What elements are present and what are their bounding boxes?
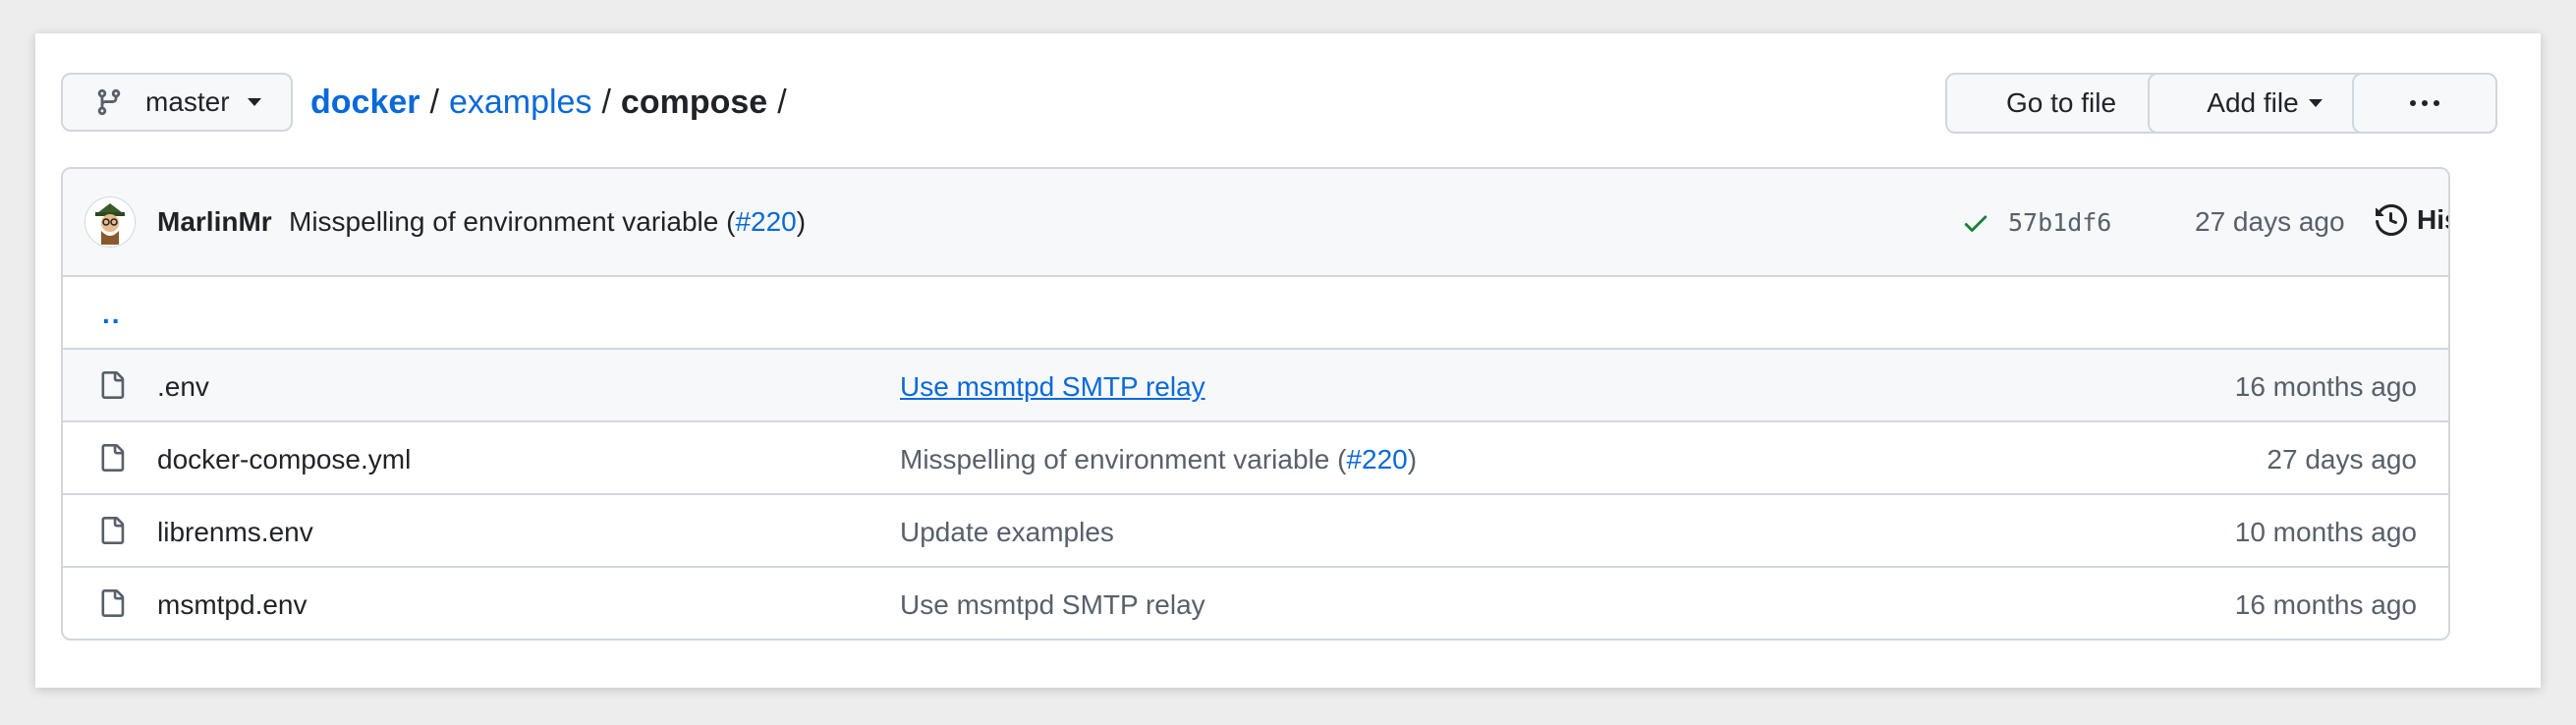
commit-author-link[interactable]: MarlinMr xyxy=(157,206,272,238)
breadcrumb-dir-link[interactable]: examples xyxy=(449,84,592,122)
file-icon xyxy=(101,444,125,472)
commit-message-text: Misspelling of environment variable ( xyxy=(289,206,736,237)
table-row[interactable]: librenms.env Update examples 10 months a… xyxy=(63,495,2448,568)
history-label: History xyxy=(2417,204,2448,235)
avatar[interactable] xyxy=(84,196,136,248)
table-row[interactable]: docker-compose.yml Misspelling of enviro… xyxy=(63,422,2448,495)
parent-directory-row[interactable]: .. xyxy=(63,277,2448,350)
file-age: 16 months ago xyxy=(2234,371,2417,402)
breadcrumb-current: compose xyxy=(620,83,768,121)
table-row[interactable]: .env Use msmtpd SMTP relay 16 months ago xyxy=(63,350,2448,422)
file-commit-pr-link[interactable]: #220 xyxy=(1346,444,1407,474)
commit-age: 27 days ago xyxy=(2195,206,2345,237)
commit-pr-link[interactable]: #220 xyxy=(735,206,796,237)
file-icon xyxy=(101,517,125,544)
caret-down-icon xyxy=(2308,99,2323,107)
branch-name: master xyxy=(145,86,230,117)
file-commit-link[interactable]: Misspelling of environment variable (#22… xyxy=(900,444,1417,475)
file-commit-link[interactable]: Update examples xyxy=(900,517,1114,548)
check-icon[interactable] xyxy=(1961,208,1990,238)
file-commit-text-end: ) xyxy=(1407,444,1418,474)
file-icon xyxy=(101,371,125,399)
file-commit-link[interactable]: Use msmtpd SMTP relay xyxy=(900,589,1205,621)
file-commit-link[interactable]: Use msmtpd SMTP relay xyxy=(900,371,1205,403)
file-list: MarlinMr Misspelling of environment vari… xyxy=(61,167,2450,641)
file-icon xyxy=(101,589,125,617)
table-row[interactable]: msmtpd.env Use msmtpd SMTP relay 16 mont… xyxy=(63,568,2448,639)
more-options-button[interactable] xyxy=(2352,73,2497,134)
file-name-link[interactable]: msmtpd.env xyxy=(157,589,308,621)
git-branch-icon xyxy=(97,88,121,116)
history-icon xyxy=(2376,204,2407,236)
latest-commit-bar: MarlinMr Misspelling of environment vari… xyxy=(63,169,2448,277)
file-name-link[interactable]: .env xyxy=(157,371,209,403)
branch-selector-button[interactable]: master xyxy=(61,73,293,132)
add-file-button[interactable]: Add file xyxy=(2148,73,2381,134)
commit-message[interactable]: Misspelling of environment variable (#22… xyxy=(289,206,806,238)
file-age: 27 days ago xyxy=(2267,444,2417,474)
breadcrumb-separator: / xyxy=(777,83,787,121)
caret-down-icon xyxy=(247,98,261,106)
parent-directory-link[interactable]: .. xyxy=(102,299,122,330)
go-to-file-button[interactable]: Go to file xyxy=(1945,73,2177,134)
add-file-label: Add file xyxy=(2207,87,2299,118)
file-age: 16 months ago xyxy=(2234,589,2417,620)
history-link[interactable]: History xyxy=(2376,204,2448,236)
breadcrumb-separator: / xyxy=(601,83,611,121)
kebab-menu-icon xyxy=(2410,100,2439,106)
file-name-link[interactable]: docker-compose.yml xyxy=(157,444,411,475)
file-age: 10 months ago xyxy=(2234,517,2417,547)
file-name-link[interactable]: librenms.env xyxy=(157,517,313,548)
go-to-file-label: Go to file xyxy=(2005,87,2117,118)
breadcrumb: docker / examples / compose / xyxy=(310,73,797,132)
breadcrumb-repo-link[interactable]: docker xyxy=(310,84,420,122)
file-commit-text: Misspelling of environment variable ( xyxy=(900,444,1347,474)
commit-sha-link[interactable]: 57b1df6 xyxy=(2008,208,2111,237)
breadcrumb-separator: / xyxy=(429,83,439,121)
file-browser-card: master docker / examples / compose / Go … xyxy=(35,33,2541,688)
commit-message-end: ) xyxy=(796,206,807,237)
